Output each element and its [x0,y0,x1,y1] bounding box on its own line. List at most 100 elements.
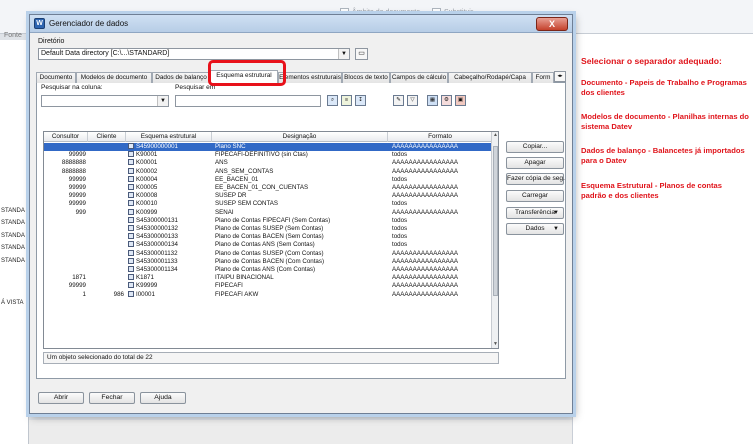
table-cell-consultor [44,233,88,241]
cell-text: K00005 [136,184,158,191]
table-row[interactable]: 99999 K00010 SUSEP SEM CONTAS todos [44,200,493,208]
table-row[interactable]: 1871 K1871 ITAIPU BINACIONAL AAAAAAAAAAAAAA… [44,274,493,282]
table-row[interactable]: S45300001134 Plano de Contas ANS (Com Con… [44,266,493,274]
cell-text: ANS [215,159,228,167]
data-dropdown-button[interactable]: Dados ▼ [506,223,564,235]
column-header-esquema[interactable]: Esquema estrutural [126,132,212,142]
directory-select[interactable]: Default Data directory [C:\...\STANDARD]… [38,48,350,60]
cell-text: I00001 [136,290,155,298]
open-button[interactable]: Abrir [38,392,84,404]
table-row[interactable]: S45900000001 Plano SNC AAAAAAAAAAAAAAAA [44,143,493,151]
structure-scheme-icon [128,282,134,289]
chevron-down-icon: ▼ [553,226,559,232]
table-row[interactable]: S45300000134 Plano de Contas ANS (Sem Con… [44,241,493,249]
table-row[interactable]: 999 K00999 SENAI AAAAAAAAAAAAAAAA [44,208,493,217]
scroll-thumb[interactable] [493,146,498,296]
copy-button[interactable]: Copiar... [506,141,564,153]
tab-campos-calculo[interactable]: Campos de cálculo [390,72,448,83]
settings-icon[interactable]: ⚙ [441,95,452,106]
structure-scheme-icon [128,192,134,199]
table-cell-cliente [88,200,126,208]
table-cell-designacao: FIPECAFI AKW [212,291,388,299]
cell-text: AAAAAAAAAAAAAAAA [392,167,459,175]
close-button[interactable]: X [536,17,568,31]
structure-scheme-icon [128,143,134,149]
cell-text: AAAAAAAAAAAAAAAA [392,282,459,290]
cell-text: EE_BACEN_01_CON_CUENTAS [215,184,309,191]
scroll-up-icon[interactable]: ▲ [492,132,498,139]
search-column-select[interactable]: ▼ [41,95,169,107]
structure-scheme-icon [128,151,134,158]
left-label: STANDA [1,208,25,214]
table-row[interactable]: 8888888 K00001 ANS AAAAAAAAAAAAAAAA [44,159,493,167]
delete-button[interactable]: Apagar [506,157,564,169]
export-icon[interactable]: ▣ [455,95,466,106]
table-cell-consultor [44,241,88,249]
tab-form[interactable]: Form [532,72,554,83]
tab-dados-balanco[interactable]: Dados de balanço [152,72,210,83]
table-cell-esquema: S45900000001 [126,143,212,151]
backup-button[interactable]: Fazer cópia de seg. [506,173,565,185]
table-row[interactable]: S45300001132 Plano de Contas SUSEP (Com C… [44,249,493,258]
filter-icon[interactable]: ⌕ [327,95,338,106]
table-cell-consultor: 1871 [44,274,88,282]
column-header-cliente[interactable]: Cliente [88,132,126,142]
directory-browse-button[interactable]: ▭ [355,48,368,60]
table-cell-cliente [88,241,126,249]
table-cell-cliente [88,274,126,282]
table-cell-cliente [88,258,126,266]
table-vertical-scrollbar[interactable]: ▲ ▼ [491,132,498,348]
cell-text: todos [392,200,408,208]
table-cell-cliente [88,168,126,176]
scroll-down-icon[interactable]: ▼ [492,341,498,348]
transfer-dropdown-button[interactable]: Transferência ▼ [506,207,564,219]
tab-scroll-button[interactable]: ◂▸ [554,71,566,82]
cell-text: K00010 [136,200,158,208]
cell-text: K00004 [136,175,158,183]
table-row[interactable]: 99999 K00008 SUSEP DR AAAAAAAAAAAAAAAA [44,192,493,200]
grid-view-icon[interactable]: ▦ [427,95,438,106]
table-cell-esquema: K00004 [126,175,212,184]
sort-ascending-icon[interactable]: ≡ [341,95,352,106]
column-header-designacao[interactable]: Designação [212,132,388,142]
tab-cabecalho-rodape[interactable]: Cabeçalho/Rodapé/Capa [448,72,532,83]
tab-blocos-texto[interactable]: Blocos de texto [342,72,390,83]
table-cell-esquema: K1871 [126,274,212,282]
dialog-titlebar[interactable]: W Gerenciador de dados X [30,15,572,33]
column-header-consultor[interactable]: Consultor [44,132,88,142]
table-row[interactable]: 8888888 K00002 ANS_SEM_CONTAS AAAAAAAAAAAAA… [44,167,493,176]
funnel-icon[interactable]: ▽ [407,95,418,106]
tab-modelos-documento[interactable]: Modelos de documento [76,72,152,83]
table-cell-esquema: S45300000132 [126,225,212,233]
load-button[interactable]: Carregar [506,190,564,202]
cell-text: todos [392,241,408,249]
table-row[interactable]: 99999 K90001 FIPECAFI-DEFINITIVO (sin Ctas… [44,151,493,159]
close-dialog-button[interactable]: Fechar [89,392,135,404]
cell-text: todos [392,151,408,159]
sort-descending-icon[interactable]: ↧ [355,95,366,106]
table-cell-esquema: S45300001134 [126,266,212,274]
table-row[interactable]: S45300000131 Plano de Contas FIPECAFI (Se… [44,216,493,225]
search-column-label: Pesquisar na coluna: [41,84,103,91]
tab-elementos-estruturais[interactable]: Elementos estruturais [278,72,342,83]
cell-text: Plano SNC [215,143,246,150]
tab-panel: Pesquisar na coluna: ▼ Pesquisar em ⌕ ≡ … [36,83,566,379]
search-input[interactable] [175,95,321,107]
table-row[interactable]: 99999 K00005 EE_BACEN_01_CON_CUENTAS AAAAAA… [44,184,493,192]
column-header-formato[interactable]: Formato [388,132,493,142]
table-row[interactable]: S45300000132 Plano de Contas SUSEP (Sem C… [44,225,493,233]
table-row[interactable]: 99999 K00004 EE_BACEN_01 todos [44,175,493,184]
table-cell-esquema: K00999 [126,208,212,217]
edit-icon[interactable]: ✎ [393,95,404,106]
table-row[interactable]: S45300000133 Plano de Contas BACEN (Sem C… [44,233,493,241]
table-cell-formato: AAAAAAAAAAAAAAAA [388,143,493,151]
table-cell-consultor [44,143,88,151]
help-button[interactable]: Ajuda [140,392,186,404]
table-cell-consultor: 999 [44,209,88,217]
table-cell-cliente [88,192,126,200]
table-cell-consultor [44,258,88,266]
table-row[interactable]: 99999 K99999 FIPECAFI AAAAAAAAAAAAAAAA [44,282,493,290]
table-row[interactable]: 1 986 I00001 FIPECAFI AKW AAAAAAAAAAAAAAAA [44,290,493,299]
tab-documento[interactable]: Documento [36,72,76,83]
table-row[interactable]: S45300001133 Plano de Contas BACEN (Com C… [44,257,493,266]
